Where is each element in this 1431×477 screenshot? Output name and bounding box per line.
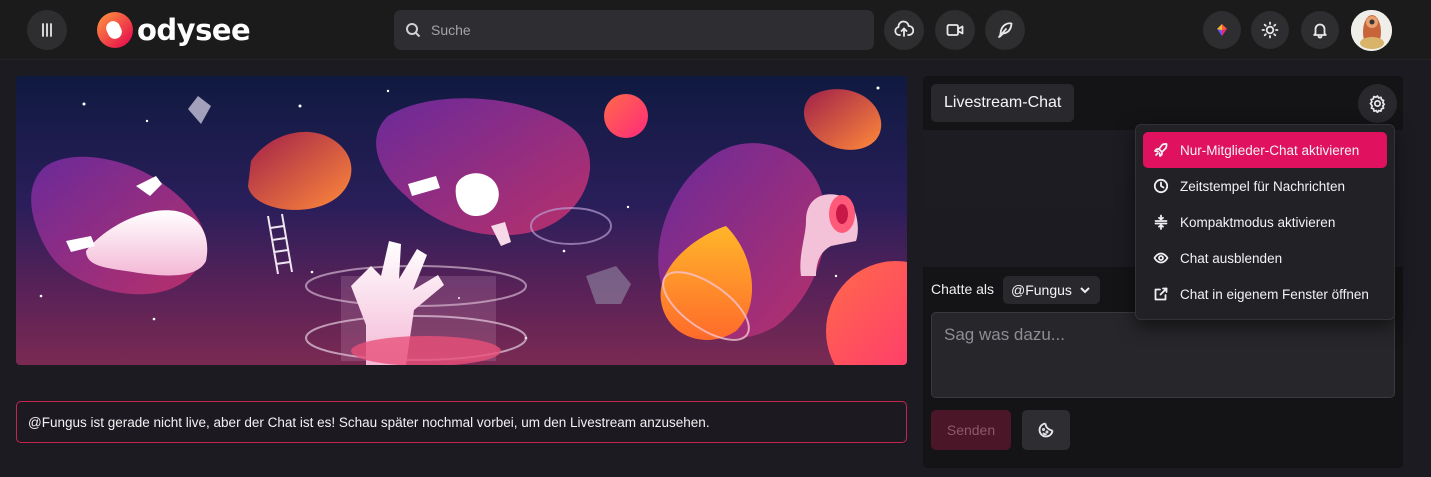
credits-icon [1217, 24, 1227, 36]
menu-item-label: Chat ausblenden [1180, 250, 1283, 266]
offline-notice-text: @Fungus ist gerade nicht live, aber der … [28, 414, 710, 430]
top-header: odysee [0, 0, 1431, 60]
theme-toggle-button[interactable] [1251, 11, 1289, 49]
menu-item-hide-chat[interactable]: Chat ausblenden [1143, 240, 1387, 276]
go-live-button[interactable] [935, 10, 975, 50]
wallet-button[interactable] [1203, 11, 1241, 49]
avatar-image [1351, 10, 1392, 51]
chat-settings-menu: Nur-Mitglieder-Chat aktivieren Zeitstemp… [1135, 124, 1395, 320]
menu-item-compact-mode[interactable]: Kompaktmodus aktivieren [1143, 204, 1387, 240]
sun-icon [1261, 21, 1279, 39]
chevron-down-icon [1080, 287, 1090, 294]
cloud-upload-icon [894, 20, 914, 37]
sticker-icon [1038, 422, 1054, 438]
sticker-button[interactable] [1022, 410, 1070, 450]
post-button[interactable] [985, 10, 1025, 50]
chat-as-label: Chatte als [931, 281, 995, 297]
selected-channel: @Fungus [1011, 282, 1072, 298]
channel-selector[interactable]: @Fungus [1003, 276, 1100, 304]
search-icon [406, 23, 421, 38]
hamburger-icon [42, 23, 52, 37]
chat-settings-button[interactable] [1358, 84, 1397, 123]
feather-icon [998, 22, 1013, 38]
rocket-icon [1154, 143, 1168, 157]
menu-item-timestamps[interactable]: Zeitstempel für Nachrichten [1143, 168, 1387, 204]
chat-input[interactable] [931, 312, 1395, 398]
menu-item-label: Chat in eigenem Fenster öffnen [1180, 286, 1369, 302]
search-bar[interactable] [394, 10, 874, 50]
menu-toggle-button[interactable] [27, 10, 67, 50]
eye-icon [1153, 252, 1169, 264]
notifications-button[interactable] [1301, 11, 1339, 49]
menu-item-label: Zeitstempel für Nachrichten [1180, 178, 1346, 194]
clock-icon [1153, 178, 1169, 194]
bell-icon [1313, 23, 1327, 39]
upload-button[interactable] [884, 10, 924, 50]
menu-item-label: Nur-Mitglieder-Chat aktivieren [1180, 142, 1360, 158]
menu-item-members-only[interactable]: Nur-Mitglieder-Chat aktivieren [1143, 132, 1387, 168]
menu-item-popout-chat[interactable]: Chat in eigenem Fenster öffnen [1143, 276, 1387, 312]
external-link-icon [1154, 287, 1168, 301]
compact-icon [1154, 214, 1168, 230]
odysee-logo[interactable]: odysee [97, 11, 251, 49]
send-button[interactable]: Senden [931, 410, 1011, 450]
chat-title: Livestream-Chat [931, 84, 1075, 122]
space-illustration [31, 86, 907, 365]
menu-item-label: Kompaktmodus aktivieren [1180, 214, 1336, 230]
video-camera-icon [946, 24, 964, 36]
livestream-offline-banner [16, 76, 907, 365]
offline-notice: @Fungus ist gerade nicht live, aber der … [16, 401, 907, 443]
search-input[interactable] [431, 22, 851, 38]
gear-icon [1369, 95, 1386, 113]
logo-text: odysee [137, 13, 251, 47]
user-avatar[interactable] [1351, 10, 1392, 51]
odysee-logo-icon [97, 12, 133, 48]
